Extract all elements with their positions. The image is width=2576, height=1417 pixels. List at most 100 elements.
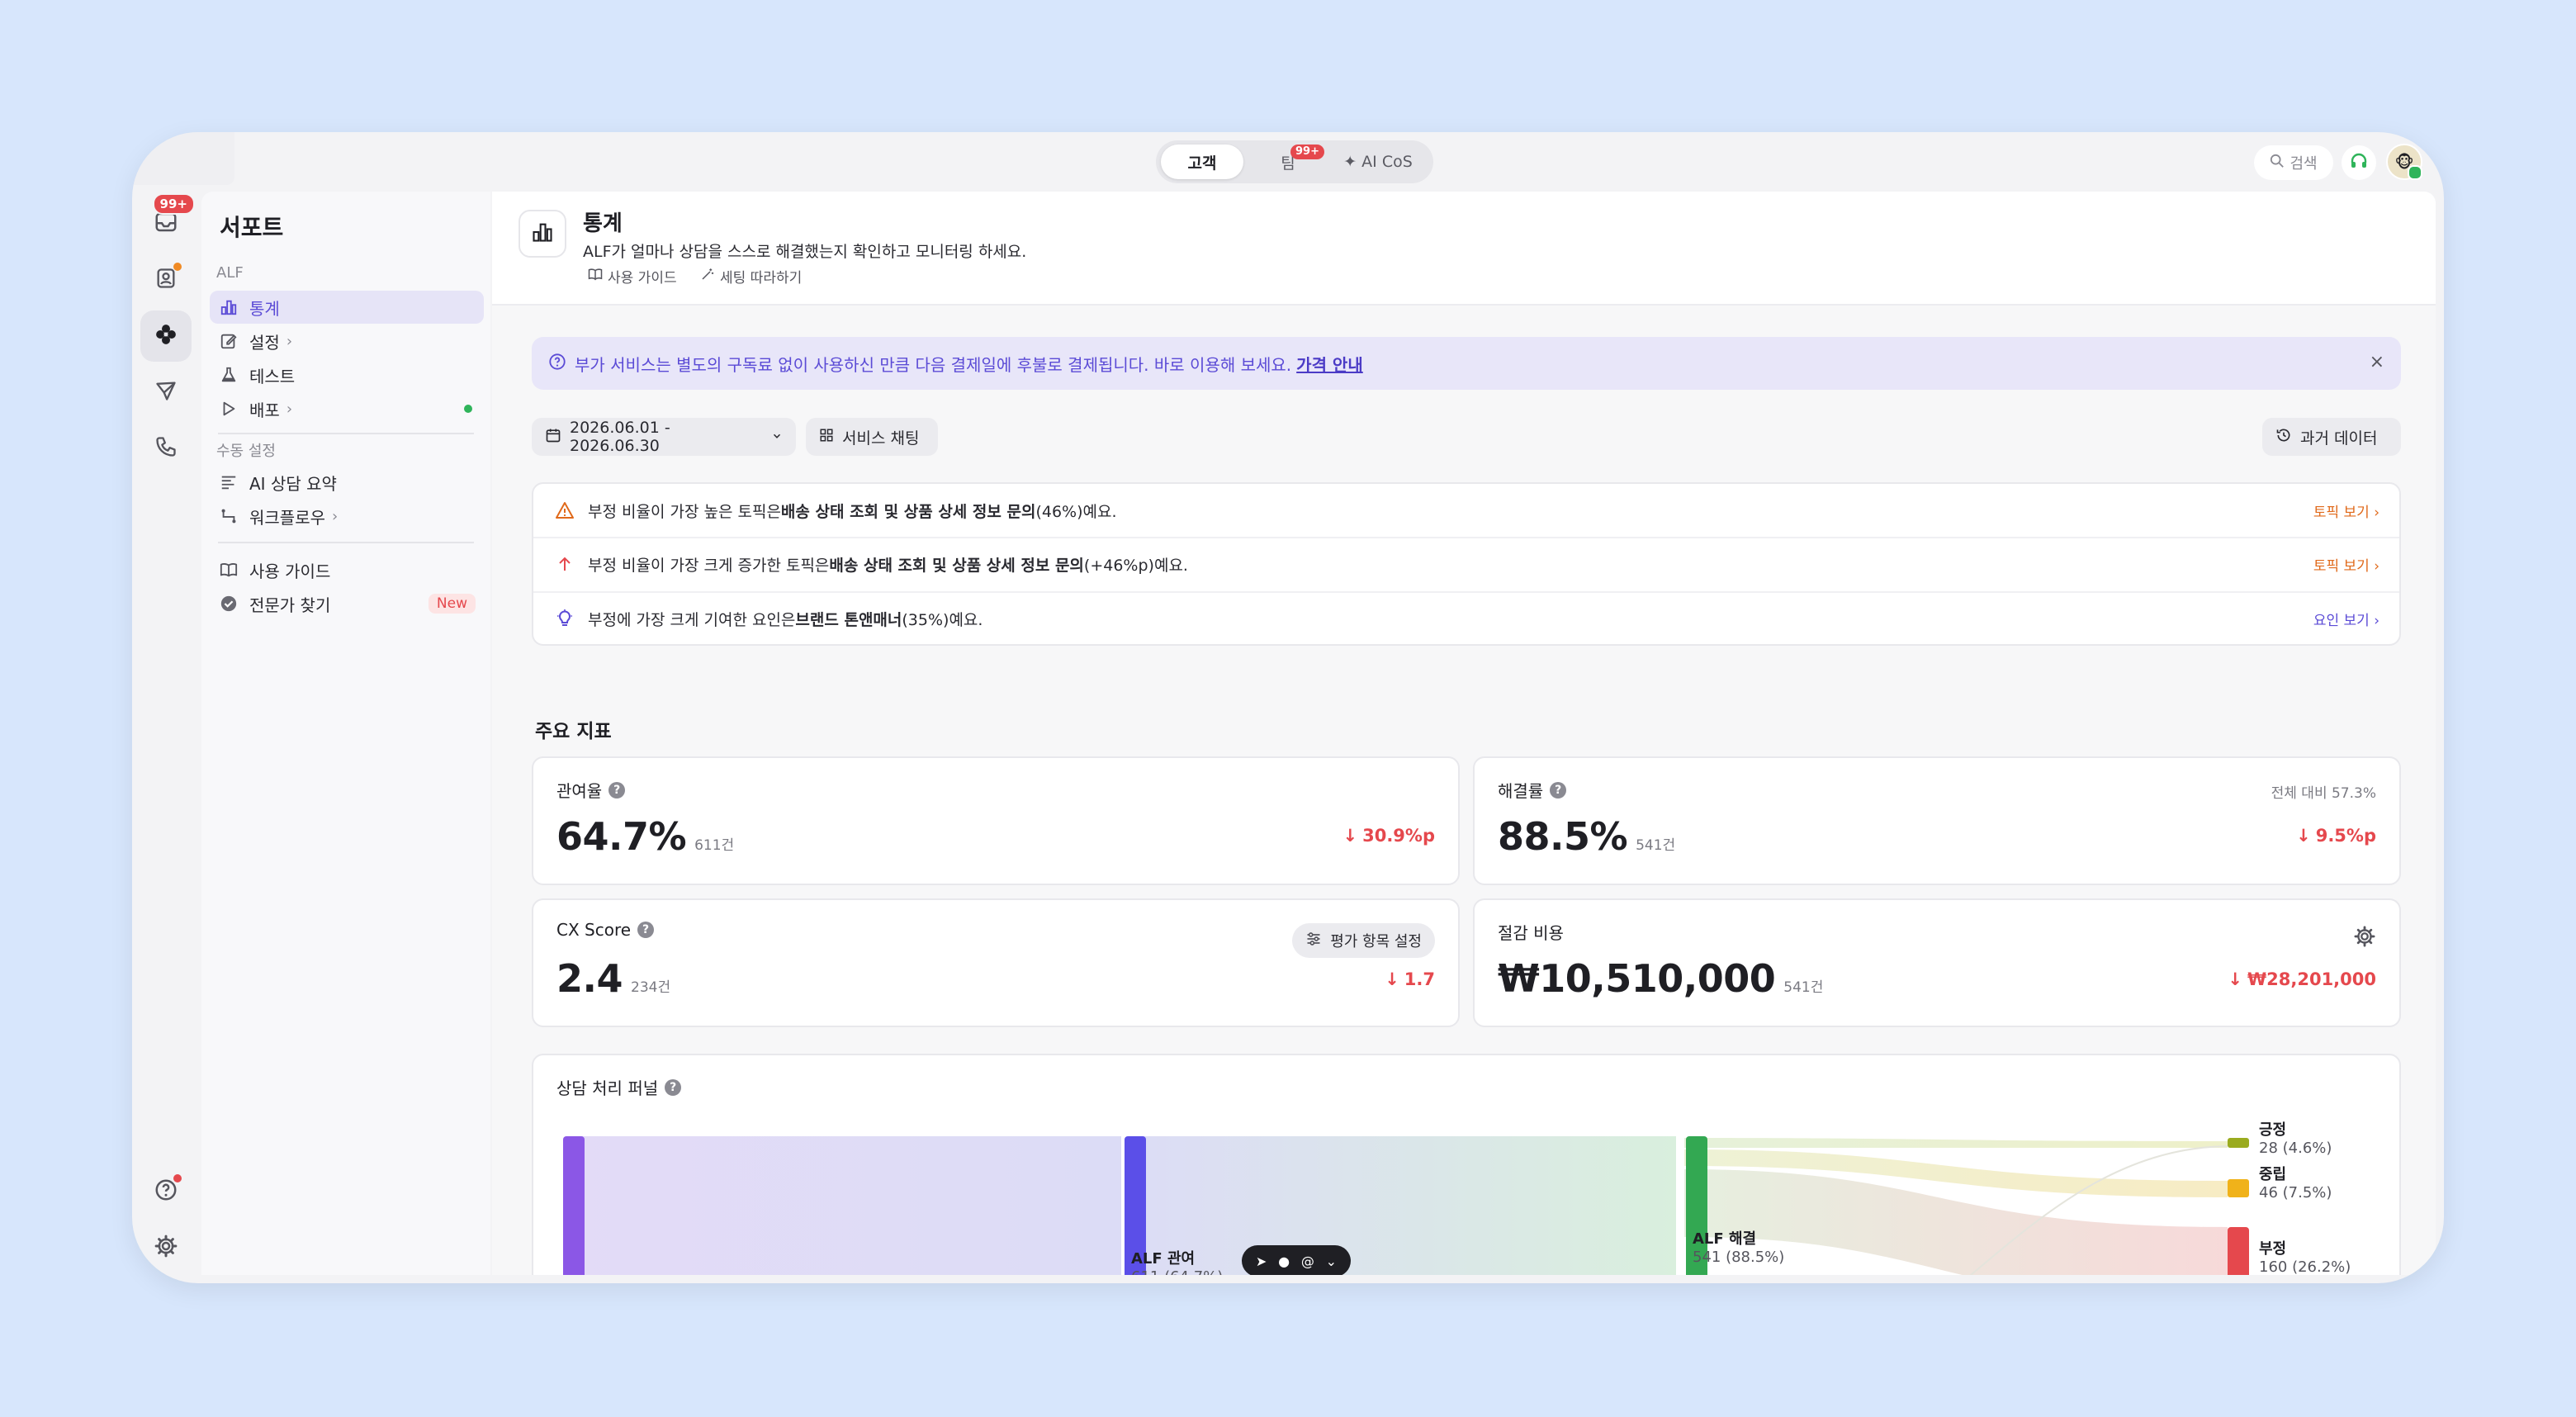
- metric-delta: ↓ 9.5%p: [2296, 826, 2376, 846]
- page-description: ALF가 얼마나 상담을 스스로 해결했는지 확인하고 모니터링 하세요.: [583, 243, 1027, 261]
- rail-settings[interactable]: [140, 1222, 192, 1273]
- funnel-node-name: ALF 관여: [1131, 1250, 1196, 1268]
- rail-contacts[interactable]: [140, 254, 192, 306]
- metric-value: 64.7% 611건: [556, 814, 734, 859]
- gear-icon[interactable]: [2353, 925, 2376, 951]
- view-topic-link[interactable]: 토픽 보기 ›: [2313, 500, 2379, 521]
- alert-post: (46%)예요.: [1035, 502, 1117, 521]
- rail-calls[interactable]: [140, 423, 192, 474]
- metric-delta: ↓ 1.7: [1385, 969, 1435, 989]
- pricing-link[interactable]: 가격 안내: [1296, 352, 1363, 376]
- funnel-node-name: 부정: [2259, 1240, 2287, 1258]
- verified-badge-icon: [218, 593, 239, 614]
- user-guide-link[interactable]: 사용 가이드: [588, 266, 677, 287]
- play-icon: [218, 398, 239, 419]
- view-topic-label: 토픽 보기: [2313, 557, 2370, 575]
- sidebar-item-stats[interactable]: 통계: [210, 291, 484, 324]
- setup-guide-label: 세팅 따라하기: [720, 270, 803, 287]
- user-avatar[interactable]: 🐵: [2386, 144, 2422, 180]
- mention-icon[interactable]: @: [1301, 1254, 1314, 1269]
- resolution-label: 해결률: [1498, 781, 1544, 801]
- book-icon: [588, 267, 603, 286]
- resolution-sub: 전체 대비 57.3%: [2271, 785, 2376, 802]
- service-filter-value: 서비스 채팅: [842, 429, 920, 448]
- history-icon: [2275, 427, 2292, 448]
- team-badge: 99+: [1290, 145, 1324, 159]
- help-icon[interactable]: ?: [608, 781, 626, 799]
- engagement-value: 64.7%: [556, 814, 687, 859]
- sidebar-section-alf: ALF: [216, 264, 244, 282]
- send-icon[interactable]: ➤: [1256, 1254, 1267, 1269]
- alert-topic: 배송 상태 조회 및 상품 상세 정보 문의: [829, 556, 1084, 575]
- setup-guide-link[interactable]: 세팅 따라하기: [700, 266, 802, 287]
- funnel-flow-positive: [1684, 1138, 2228, 1148]
- sidebar-item-user-guide[interactable]: 사용 가이드: [210, 553, 484, 586]
- alert-row: 부정 비율이 가장 높은 토픽은 배송 상태 조회 및 상품 상세 정보 문의 …: [533, 484, 2399, 537]
- funnel-node-value: 46 (7.5%): [2259, 1184, 2332, 1201]
- service-filter[interactable]: 서비스 채팅: [806, 418, 938, 456]
- help-icon[interactable]: ?: [637, 922, 655, 938]
- funnel-node-name: 긍정: [2259, 1121, 2287, 1139]
- date-range-picker[interactable]: 2026.06.01 - 2026.06.30: [532, 418, 796, 456]
- magic-wand-icon: [700, 267, 715, 286]
- tab-customer[interactable]: 고객: [1161, 145, 1243, 179]
- view-factor-link[interactable]: 요인 보기 ›: [2313, 609, 2379, 629]
- grid-icon: [819, 428, 834, 447]
- funnel-node-value: 160 (26.2%): [2259, 1258, 2351, 1275]
- search-button[interactable]: 검색: [2254, 145, 2333, 180]
- history-data-label: 과거 데이터: [2300, 429, 2378, 448]
- metric-delta: ↓ ₩28,201,000: [2228, 969, 2376, 989]
- page-title: 통계: [583, 211, 623, 236]
- metric-card-engagement: 관여율? 64.7% 611건 ↓ 30.9%p: [532, 756, 1460, 885]
- metrics-section-title: 주요 지표: [535, 721, 612, 742]
- sidebar-title: 서포트: [220, 214, 284, 241]
- tab-team[interactable]: 팀 99+: [1243, 145, 1333, 179]
- sidebar-item-settings[interactable]: 설정 ›: [210, 325, 484, 358]
- edit-icon: [218, 330, 239, 352]
- lightbulb-icon: [553, 607, 576, 630]
- rail-support[interactable]: [140, 310, 192, 362]
- headset-button[interactable]: [2342, 145, 2376, 180]
- evaluation-settings-button[interactable]: 평가 항목 설정: [1292, 923, 1435, 958]
- sidebar-item-label: 통계: [249, 298, 280, 319]
- bar-chart-icon: [218, 296, 239, 318]
- help-notification-dot: [173, 1174, 182, 1182]
- alert-post: (+46%p)예요.: [1083, 556, 1188, 575]
- savings-count: 541건: [1783, 979, 1824, 996]
- funnel-node-value: 541 (88.5%): [1693, 1249, 1785, 1266]
- rail-campaign[interactable]: [140, 367, 192, 418]
- sidebar-item-label: 전문가 찾기: [249, 595, 331, 615]
- metric-delta: ↓ 30.9%p: [1343, 826, 1436, 846]
- bar-chart-icon: [531, 220, 554, 247]
- search-label: 검색: [2290, 155, 2318, 173]
- warning-triangle-icon: [553, 499, 576, 522]
- view-topic-link[interactable]: 토픽 보기 ›: [2313, 554, 2379, 575]
- banner-text: 부가 서비스는 별도의 구독료 없이 사용하신 만큼 다음 결제일에 후불로 결…: [575, 354, 1292, 375]
- tab-ai-cos[interactable]: ✦ AI CoS: [1333, 145, 1423, 179]
- sidebar-item-test[interactable]: 테스트: [210, 358, 484, 391]
- arrow-down-icon: ↓: [1342, 826, 1358, 846]
- chevron-down-icon[interactable]: ⌄: [1326, 1254, 1337, 1269]
- cx-label: CX Score: [556, 920, 632, 940]
- sidebar-item-deploy[interactable]: 배포 ›: [210, 392, 484, 425]
- text-lines-icon: [218, 472, 239, 493]
- sidebar-item-workflow[interactable]: 워크플로우 ›: [210, 500, 484, 533]
- history-data-button[interactable]: 과거 데이터: [2262, 418, 2401, 456]
- sidebar-item-find-expert[interactable]: 전문가 찾기 New: [210, 587, 484, 620]
- sliders-icon: [1305, 931, 1322, 951]
- rail-help[interactable]: [140, 1166, 192, 1217]
- sidebar-item-ai-summary[interactable]: AI 상담 요약: [210, 466, 484, 499]
- arrow-up-icon: [553, 552, 576, 576]
- close-icon[interactable]: ×: [2370, 352, 2384, 372]
- funnel-node-total: [563, 1136, 585, 1275]
- new-badge: New: [428, 594, 476, 614]
- rail-inbox[interactable]: 99+: [140, 193, 195, 249]
- alert-pre: 부정에 가장 크게 기여한 요인은: [588, 610, 796, 629]
- chat-icon[interactable]: ●: [1278, 1254, 1290, 1269]
- alert-pre: 부정 비율이 가장 높은 토픽은: [588, 502, 781, 521]
- chevron-right-icon: ›: [286, 332, 293, 350]
- search-icon: [2270, 154, 2285, 173]
- help-icon[interactable]: ?: [1550, 781, 1567, 799]
- book-icon: [218, 559, 239, 581]
- chevron-right-icon: ›: [286, 400, 293, 418]
